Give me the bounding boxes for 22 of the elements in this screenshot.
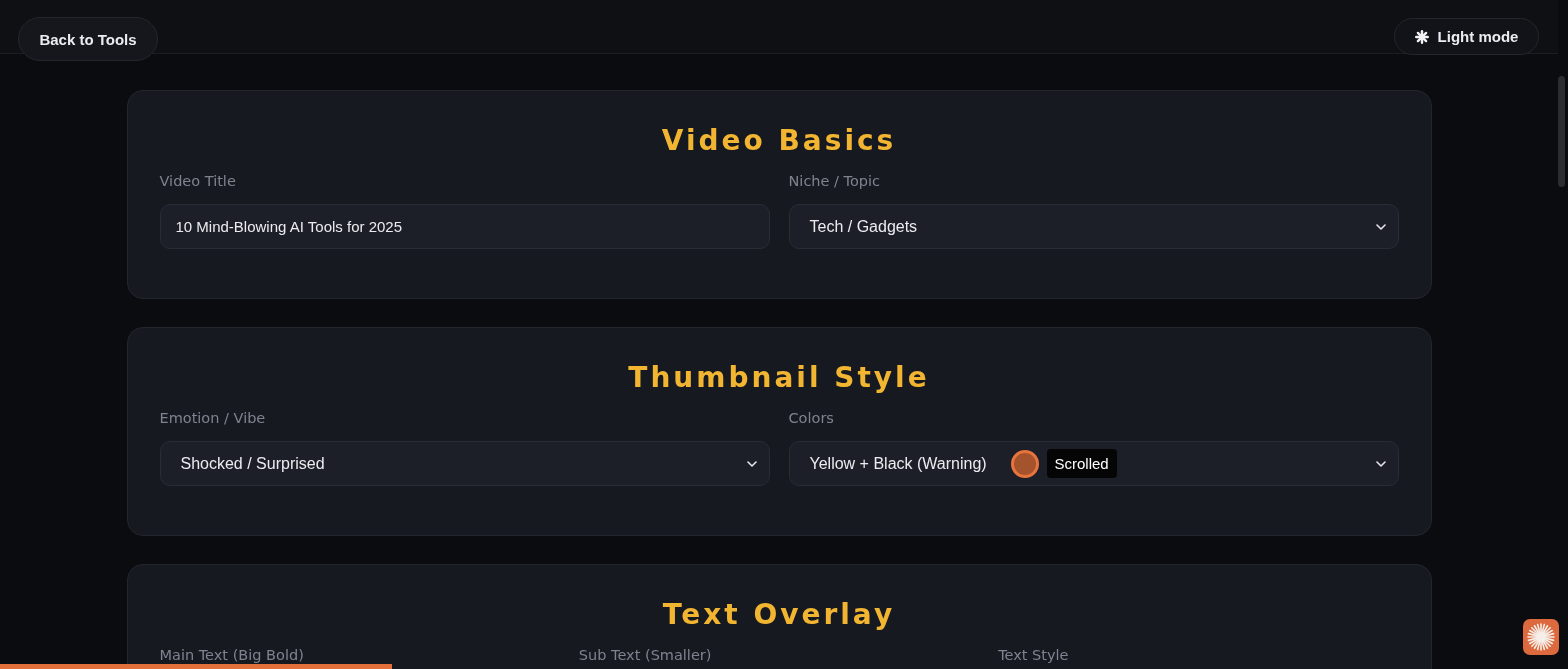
chevron-down-icon xyxy=(746,460,757,467)
starburst-icon[interactable] xyxy=(1523,619,1559,655)
field-label: Main Text (Big Bold) xyxy=(159,646,304,665)
theme-toggle-button[interactable]: Light mode xyxy=(1394,18,1539,55)
field-label: Emotion / Vibe xyxy=(159,409,266,428)
field-label: Video Title xyxy=(159,172,236,191)
chevron-down-icon xyxy=(1375,460,1386,467)
field-label: Colors xyxy=(788,409,834,428)
dropdown-field[interactable]: Tech / Gadgets xyxy=(788,204,1399,249)
field-label: Sub Text (Smaller) xyxy=(578,646,712,665)
back-button[interactable]: Back to Tools xyxy=(18,17,158,61)
tooltip: Scrolled xyxy=(1046,449,1117,478)
field-label: Niche / Topic xyxy=(788,172,881,191)
section-title: Video Basics xyxy=(661,123,897,159)
chevron-down-icon xyxy=(1375,223,1386,230)
dropdown-field[interactable]: Shocked / Surprised xyxy=(159,441,770,486)
scrollbar-thumb[interactable] xyxy=(1558,76,1565,187)
text-field[interactable]: 10 Mind-Blowing AI Tools for 2025 xyxy=(159,204,770,249)
section-title: Thumbnail Style xyxy=(628,360,930,396)
sun-icon xyxy=(1414,29,1429,44)
section-title: Text Overlay xyxy=(662,597,896,633)
field-label: Text Style xyxy=(998,646,1069,665)
